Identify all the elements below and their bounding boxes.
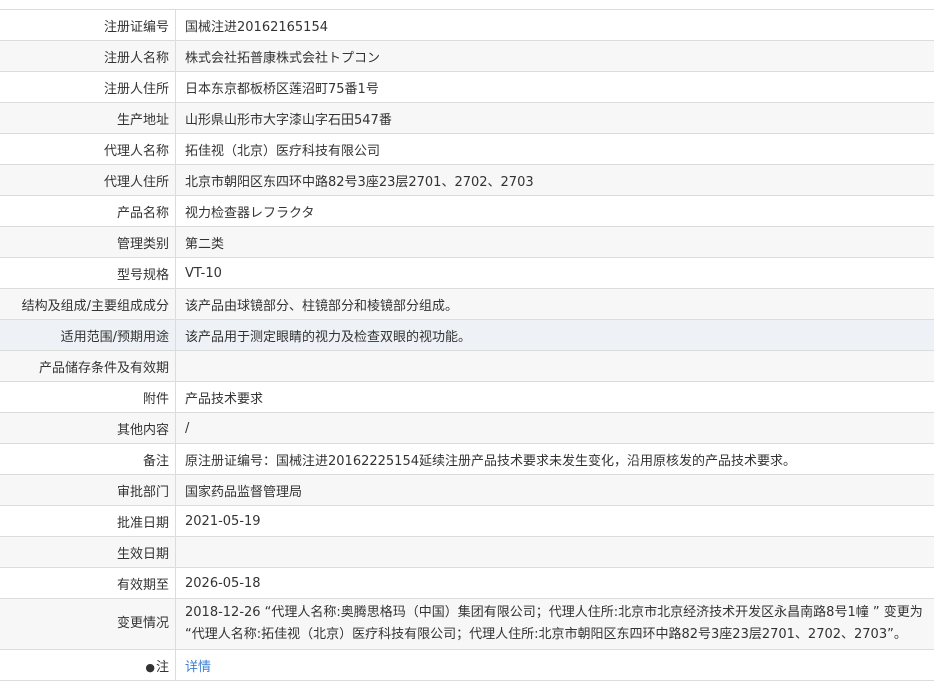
table-row: 注册人名称 株式会社拓普康株式会社トプコン (0, 40, 934, 72)
field-label: 生产地址 (0, 102, 176, 134)
field-value: 该产品用于测定眼睛的视力及检查双眼的视功能。 (185, 329, 472, 345)
field-label: 管理类别 (0, 226, 176, 258)
field-value: 日本东京都板桥区莲沼町75番1号 (185, 81, 379, 97)
table-row: 注册证编号 国械注进20162165154 (0, 9, 934, 41)
field-value: 山形県山形市大字漆山字石田547番 (185, 112, 392, 128)
table-row: 有效期至 2026-05-18 (0, 567, 934, 599)
table-row: 生产地址 山形県山形市大字漆山字石田547番 (0, 102, 934, 134)
details-link[interactable]: 详情 (185, 660, 211, 675)
field-label: 产品储存条件及有效期 (0, 350, 176, 382)
field-value: 原注册证编号：国械注进20162225154延续注册产品技术要求未发生变化，沿用… (185, 453, 796, 469)
field-value: VT-10 (185, 265, 222, 281)
field-label: 代理人住所 (0, 164, 176, 196)
field-label: 代理人名称 (0, 133, 176, 165)
pin-icon: ● (145, 660, 155, 674)
registration-detail-table: 注册证编号 国械注进20162165154 注册人名称 株式会社拓普康株式会社トプコン… (0, 9, 934, 681)
table-row: 注册人住所 日本东京都板桥区莲沼町75番1号 (0, 71, 934, 103)
table-row: 代理人住所 北京市朝阳区东四环中路82号3座23层2701、2702、2703 (0, 164, 934, 196)
registration-detail-panel: 注册证编号 国械注进20162165154 注册人名称 株式会社拓普康株式会社トプコン… (0, 9, 934, 681)
table-row: 适用范围/预期用途 该产品用于测定眼睛的视力及检查双眼的视功能。 (0, 319, 934, 351)
field-value: 2021-05-19 (185, 513, 261, 529)
table-row: 其他内容 / (0, 412, 934, 444)
field-label: 审批部门 (0, 474, 176, 506)
table-row: 产品储存条件及有效期 (0, 350, 934, 382)
table-row-note: ●注 详情 (0, 649, 934, 681)
table-row: 附件 产品技术要求 (0, 381, 934, 413)
table-row: 型号规格 VT-10 (0, 257, 934, 289)
field-label: 注册人名称 (0, 40, 176, 72)
field-value: 拓佳视（北京）医疗科技有限公司 (185, 143, 381, 159)
table-row: 生效日期 (0, 536, 934, 568)
field-label: 生效日期 (0, 536, 176, 568)
field-value: 2018-12-26 “代理人名称:奥腾思格玛（中国）集团有限公司；代理人住所:… (185, 605, 923, 642)
note-value-cell: 详情 (176, 650, 934, 681)
field-label: 注册证编号 (0, 9, 176, 41)
field-value (176, 351, 934, 382)
table-row: 审批部门 国家药品监督管理局 (0, 474, 934, 506)
field-label: 适用范围/预期用途 (0, 319, 176, 351)
field-label: 其他内容 (0, 412, 176, 444)
table-row: 批准日期 2021-05-19 (0, 505, 934, 537)
field-value: 国家药品监督管理局 (185, 484, 303, 500)
field-label: 有效期至 (0, 567, 176, 599)
table-row: 备注 原注册证编号：国械注进20162225154延续注册产品技术要求未发生变化，… (0, 443, 934, 475)
field-value: 株式会社拓普康株式会社トプコン (185, 50, 381, 66)
field-label: 结构及组成/主要组成成分 (0, 288, 176, 320)
table-row: 变更情况 2018-12-26 “代理人名称:奥腾思格玛（中国）集团有限公司；代理… (0, 598, 934, 650)
note-label-cell: ●注 (0, 649, 176, 681)
field-value (176, 537, 934, 568)
table-row: 结构及组成/主要组成成分 该产品由球镜部分、柱镜部分和棱镜部分组成。 (0, 288, 934, 320)
field-value: 2026-05-18 (185, 575, 261, 591)
field-value: 国械注进20162165154 (185, 19, 328, 35)
table-row: 代理人名称 拓佳视（北京）医疗科技有限公司 (0, 133, 934, 165)
field-label: 备注 (0, 443, 176, 475)
field-value: 产品技术要求 (185, 391, 264, 407)
field-label: 注册人住所 (0, 71, 176, 103)
field-value: 第二类 (185, 236, 225, 252)
field-label: 变更情况 (0, 598, 176, 650)
field-value: 该产品由球镜部分、柱镜部分和棱镜部分组成。 (185, 298, 459, 314)
field-label: 产品名称 (0, 195, 176, 227)
note-label: 注 (155, 659, 169, 675)
table-row: 管理类别 第二类 (0, 226, 934, 258)
field-value: / (185, 420, 190, 436)
field-label: 批准日期 (0, 505, 176, 537)
field-label: 附件 (0, 381, 176, 413)
field-value: 北京市朝阳区东四环中路82号3座23层2701、2702、2703 (185, 174, 534, 190)
field-label: 型号规格 (0, 257, 176, 289)
field-value: 视力检查器レフラクタ (185, 205, 315, 221)
table-row: 产品名称 视力检查器レフラクタ (0, 195, 934, 227)
